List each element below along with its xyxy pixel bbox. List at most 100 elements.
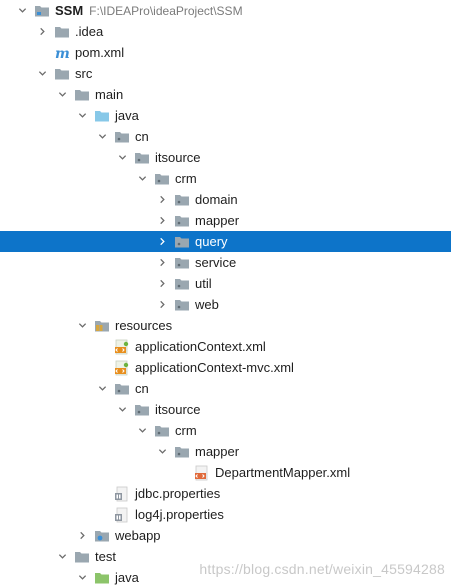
chevron-right-icon[interactable] <box>156 273 168 294</box>
spring-xml-icon <box>114 339 130 355</box>
package-icon <box>174 276 190 292</box>
tree-node-label: query <box>195 234 228 249</box>
tree-node[interactable]: crm <box>0 420 451 441</box>
chevron-down-icon[interactable] <box>76 315 88 336</box>
tree-node-label: log4j.properties <box>135 507 224 522</box>
tree-node[interactable]: itsource <box>0 147 451 168</box>
package-icon <box>174 255 190 271</box>
folder-icon <box>54 66 70 82</box>
tree-node[interactable]: mapper <box>0 210 451 231</box>
tree-node-label: src <box>75 66 93 81</box>
tree-node[interactable]: itsource <box>0 399 451 420</box>
chevron-right-icon[interactable] <box>156 189 168 210</box>
tree-node[interactable]: src <box>0 63 451 84</box>
tree-node[interactable]: java <box>0 105 451 126</box>
tree-node[interactable]: resources <box>0 315 451 336</box>
tree-node[interactable]: crm <box>0 168 451 189</box>
package-icon <box>134 150 150 166</box>
web-folder-icon <box>94 528 110 544</box>
chevron-right-icon[interactable] <box>156 231 168 252</box>
chevron-down-icon[interactable] <box>96 378 108 399</box>
tree-node-label: cn <box>135 129 149 144</box>
tree-node-label: test <box>95 549 116 564</box>
package-icon <box>114 381 130 397</box>
tree-node[interactable]: cn <box>0 126 451 147</box>
chevron-down-icon[interactable] <box>16 0 28 21</box>
chevron-down-icon[interactable] <box>136 420 148 441</box>
xml-file-icon <box>194 465 210 481</box>
project-folder-icon <box>34 3 50 19</box>
tree-node[interactable]: domain <box>0 189 451 210</box>
chevron-down-icon[interactable] <box>156 441 168 462</box>
tree-node[interactable]: cn <box>0 378 451 399</box>
tree-node-label: applicationContext.xml <box>135 339 266 354</box>
tree-node[interactable]: applicationContext-mvc.xml <box>0 357 451 378</box>
tree-node-label: crm <box>175 171 197 186</box>
properties-file-icon <box>114 486 130 502</box>
tree-node[interactable]: .idea <box>0 21 451 42</box>
package-icon <box>174 213 190 229</box>
folder-icon <box>74 87 90 103</box>
chevron-down-icon[interactable] <box>56 546 68 567</box>
chevron-down-icon[interactable] <box>116 147 128 168</box>
tree-node[interactable]: test <box>0 546 451 567</box>
project-path-hint: F:\IDEAPro\ideaProject\SSM <box>89 3 243 18</box>
tree-node[interactable]: util <box>0 273 451 294</box>
maven-icon: m <box>54 45 70 61</box>
tree-node-label: crm <box>175 423 197 438</box>
tree-node[interactable]: webapp <box>0 525 451 546</box>
tree-node[interactable]: m pom.xml <box>0 42 451 63</box>
chevron-down-icon[interactable] <box>36 63 48 84</box>
tree-node-label: jdbc.properties <box>135 486 221 501</box>
tree-node[interactable]: web <box>0 294 451 315</box>
tree-node[interactable]: main <box>0 84 451 105</box>
svg-text:m: m <box>55 46 70 61</box>
tree-node-label: main <box>95 87 124 102</box>
properties-file-icon <box>114 507 130 523</box>
tree-node[interactable]: applicationContext.xml <box>0 336 451 357</box>
package-icon <box>154 423 170 439</box>
tree-node[interactable]: log4j.properties <box>0 504 451 525</box>
tree-node-label: domain <box>195 192 238 207</box>
tree-node-label: resources <box>115 318 173 333</box>
chevron-down-icon[interactable] <box>76 105 88 126</box>
tree-node-label: SSM <box>55 3 84 18</box>
tree-node-label: mapper <box>195 444 240 459</box>
tree-node-label: applicationContext-mvc.xml <box>135 360 294 375</box>
folder-icon <box>54 24 70 40</box>
chevron-right-icon[interactable] <box>36 21 48 42</box>
tree-node-label: java <box>115 108 139 123</box>
package-icon <box>134 402 150 418</box>
tree-node[interactable]: service <box>0 252 451 273</box>
resources-folder-icon <box>94 318 110 334</box>
chevron-right-icon[interactable] <box>156 294 168 315</box>
chevron-right-icon[interactable] <box>156 252 168 273</box>
tree-node-label: DepartmentMapper.xml <box>215 465 351 480</box>
package-icon <box>114 129 130 145</box>
package-icon <box>154 171 170 187</box>
chevron-down-icon[interactable] <box>96 126 108 147</box>
tree-node[interactable]: mapper <box>0 441 451 462</box>
folder-icon <box>74 549 90 565</box>
tree-node[interactable]: DepartmentMapper.xml <box>0 462 451 483</box>
tree-node-label: .idea <box>75 24 104 39</box>
chevron-down-icon[interactable] <box>136 168 148 189</box>
spring-xml-icon <box>114 360 130 376</box>
tree-node-label: web <box>195 297 219 312</box>
chevron-down-icon[interactable] <box>116 399 128 420</box>
tree-node[interactable]: jdbc.properties <box>0 483 451 504</box>
tree-node-label: mapper <box>195 213 240 228</box>
tree-node-label: itsource <box>155 150 201 165</box>
tree-node[interactable]: SSM F:\IDEAPro\ideaProject\SSM <box>0 0 451 21</box>
package-icon <box>174 234 190 250</box>
chevron-right-icon[interactable] <box>156 210 168 231</box>
chevron-right-icon[interactable] <box>76 525 88 546</box>
tree-node[interactable]: query <box>0 231 451 252</box>
tree-node-label: service <box>195 255 237 270</box>
chevron-down-icon[interactable] <box>56 84 68 105</box>
